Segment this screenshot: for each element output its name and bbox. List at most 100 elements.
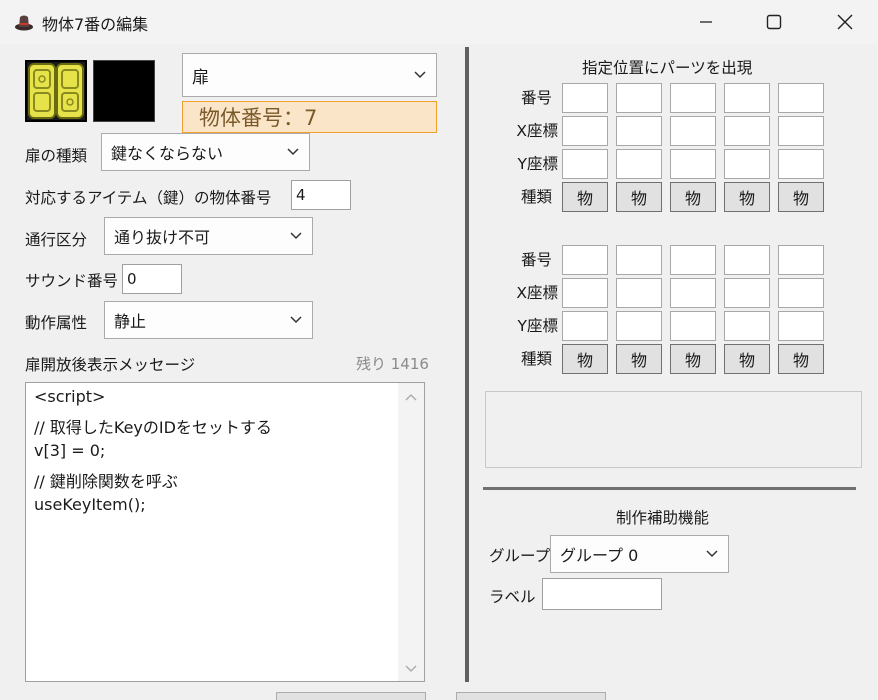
scroll-up-icon[interactable] [405,393,417,401]
parts-row-label-y: Y座標 [517,155,558,173]
part-y-input[interactable] [724,149,770,179]
door-type-value: 鍵なくならない [111,144,224,163]
part-number-input[interactable] [670,245,716,275]
part-x-input[interactable] [616,278,662,308]
passage-value: 通り抜け不可 [114,228,211,247]
group-select[interactable]: グループ 0 [550,535,729,573]
part-type-button[interactable]: 物 [670,344,716,374]
window-title: 物体7番の編集 [42,15,149,34]
part-y-input[interactable] [670,149,716,179]
part-type-button[interactable]: 物 [562,182,608,212]
info-panel [485,391,862,468]
horizontal-divider [483,487,856,490]
motion-attribute-label: 動作属性 [25,314,88,332]
part-number-input[interactable] [670,83,716,113]
parts-row-label-x: X座標 [516,122,558,140]
part-number-input[interactable] [778,245,824,275]
parts-row-label-x: X座標 [516,284,558,302]
key-item-number-input[interactable]: 4 [291,180,351,210]
sound-number-label: サウンド番号 [25,272,119,290]
category-select[interactable]: 扉 [182,53,437,97]
sound-number-input[interactable]: 0 [122,264,182,294]
door-type-select[interactable]: 鍵なくならない [101,133,310,171]
part-type-button[interactable]: 物 [670,182,716,212]
scroll-down-icon[interactable] [405,665,417,673]
part-x-input[interactable] [724,116,770,146]
chevron-down-icon [290,316,302,324]
part-y-input[interactable] [670,311,716,341]
part-type-button[interactable]: 物 [616,344,662,374]
part-number-input[interactable] [616,83,662,113]
chevron-down-icon [706,550,718,558]
parts-row-label-number: 番号 [520,89,552,107]
title-bar: 物体7番の編集 [0,0,878,44]
part-number-input[interactable] [616,245,662,275]
motion-attribute-value: 静止 [114,312,147,331]
part-number-input[interactable] [724,83,770,113]
message-textarea[interactable]: <script> // 取得したKeyのIDをセットする v[3] = 0; /… [25,382,425,682]
part-y-input[interactable] [778,149,824,179]
part-type-button[interactable]: 物 [778,182,824,212]
part-y-input[interactable] [562,149,608,179]
part-type-button[interactable]: 物 [616,182,662,212]
part-y-input[interactable] [616,149,662,179]
parts-section-title: 指定位置にパーツを出現 [582,59,753,77]
ok-button[interactable] [276,692,426,700]
close-icon [837,14,853,30]
secondary-sprite-image [93,60,155,122]
maximize-button[interactable] [754,8,794,36]
message-line: v[3] = 0; [34,441,106,460]
message-line: <script> [34,387,106,406]
part-x-input[interactable] [724,278,770,308]
assist-section-title: 制作補助機能 [616,509,710,527]
cancel-button[interactable] [456,692,606,700]
part-number-input[interactable] [724,245,770,275]
door-sprite-image [25,60,87,122]
part-y-input[interactable] [724,311,770,341]
part-type-button[interactable]: 物 [724,182,770,212]
parts-row-label-type: 種類 [520,188,552,206]
close-button[interactable] [825,8,865,36]
part-x-input[interactable] [670,116,716,146]
part-y-input[interactable] [562,311,608,341]
label-label: ラベル [489,588,536,606]
minimize-icon [700,21,712,23]
key-item-number-label: 対応するアイテム（鍵）の物体番号 [25,189,272,207]
part-x-input[interactable] [562,278,608,308]
chevron-down-icon [414,71,426,79]
part-x-input[interactable] [778,278,824,308]
part-x-input[interactable] [562,116,608,146]
app-hat-icon [15,15,33,31]
part-number-input[interactable] [778,83,824,113]
part-number-input[interactable] [562,245,608,275]
door-type-label: 扉の種類 [25,147,88,165]
part-x-input[interactable] [670,278,716,308]
part-x-input[interactable] [616,116,662,146]
group-value: グループ 0 [560,546,639,565]
object-number-label: 物体番号：7 [182,101,437,133]
part-number-input[interactable] [562,83,608,113]
part-type-button[interactable]: 物 [724,344,770,374]
group-label: グループ [489,547,551,565]
parts-row-label-y: Y座標 [517,317,558,335]
part-type-button[interactable]: 物 [562,344,608,374]
part-y-input[interactable] [616,311,662,341]
part-y-input[interactable] [778,311,824,341]
vertical-divider [465,47,469,682]
motion-attribute-select[interactable]: 静止 [104,301,313,339]
message-line: // 取得したKeyのIDをセットする [34,418,272,437]
passage-select[interactable]: 通り抜け不可 [104,217,313,255]
message-line: // 鍵削除関数を呼ぶ [34,472,178,491]
chevron-down-icon [290,232,302,240]
part-x-input[interactable] [778,116,824,146]
category-select-value: 扉 [192,67,209,88]
chevron-down-icon [287,148,299,156]
maximize-icon [766,14,782,30]
label-input[interactable] [542,578,662,610]
part-type-button[interactable]: 物 [778,344,824,374]
message-scrollbar[interactable] [398,383,424,681]
parts-row-label-number: 番号 [520,251,552,269]
message-label: 扉開放後表示メッセージ [25,356,196,374]
minimize-button[interactable] [686,8,726,36]
passage-label: 通行区分 [25,231,88,249]
